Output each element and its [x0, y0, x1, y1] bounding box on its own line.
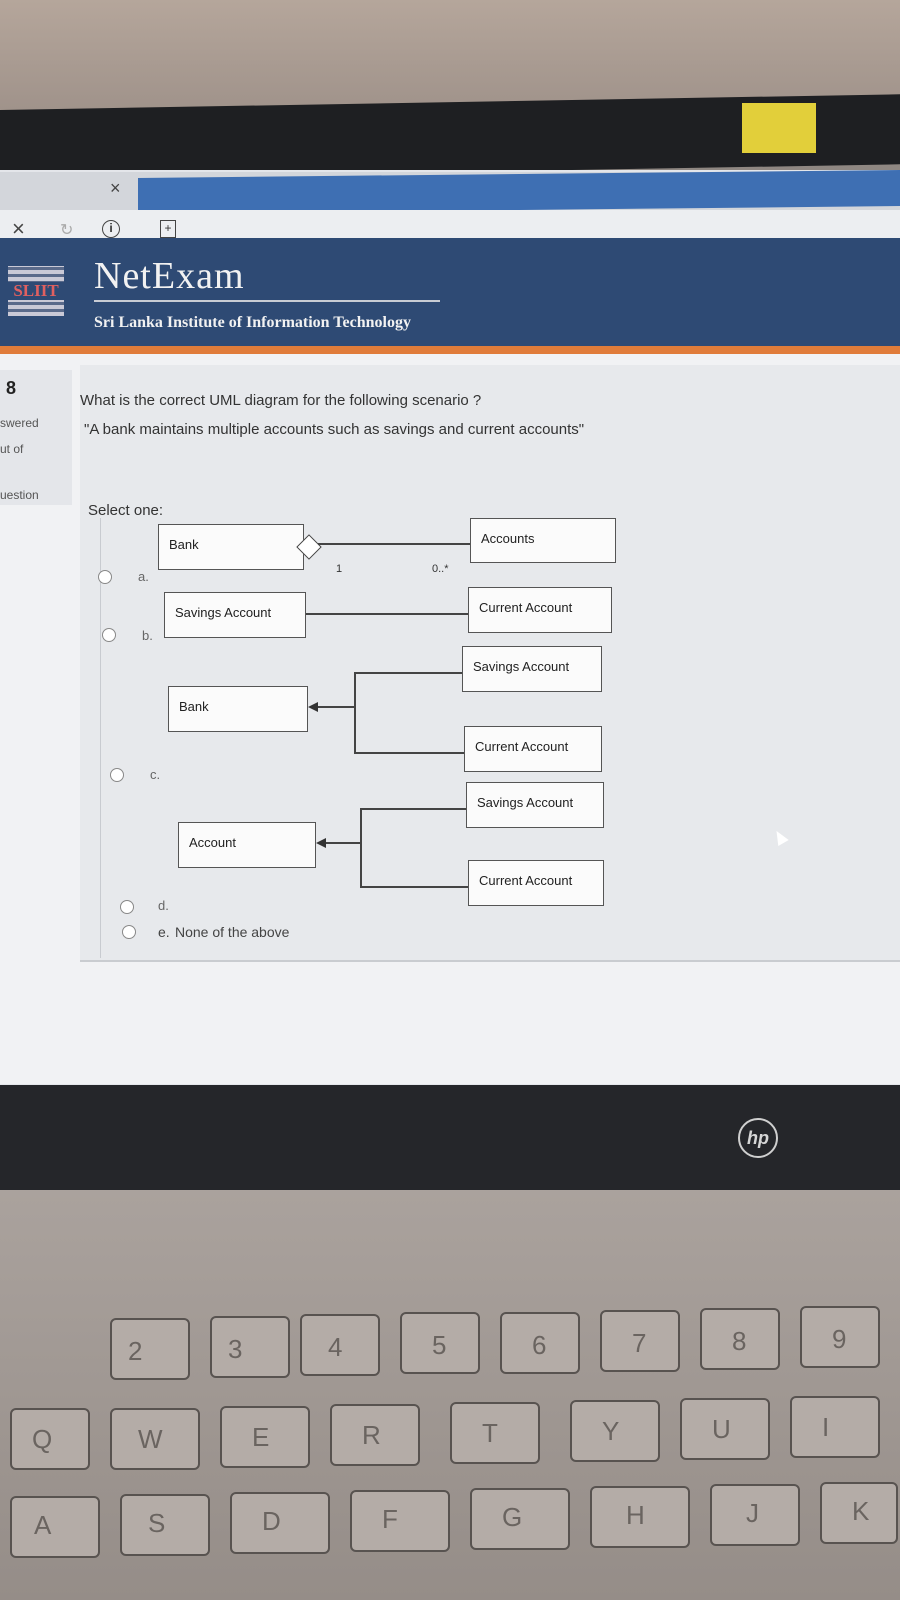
option-b-letter: b.	[142, 628, 153, 643]
option-e-text: None of the above	[175, 924, 290, 940]
mark-status: ut of	[0, 442, 24, 456]
header-stripe	[0, 346, 900, 354]
key-2[interactable]: 2	[110, 1318, 190, 1380]
uml-a-bank-label: Bank	[169, 537, 199, 552]
uml-c-branch-bottom	[354, 752, 466, 754]
info-icon[interactable]: i	[102, 220, 120, 238]
address-bar	[0, 210, 900, 240]
key-h[interactable]: H	[590, 1486, 690, 1548]
option-e-letter: e.	[158, 924, 170, 940]
option-e-radio[interactable]	[122, 925, 136, 939]
question-number: 8	[6, 378, 17, 398]
select-label: Select one:	[88, 502, 164, 519]
answer-status: swered	[0, 416, 39, 430]
uml-a-accounts-label: Accounts	[481, 531, 535, 546]
flag-question-link[interactable]: uestion	[0, 488, 39, 502]
uml-a-multiplicity-left: 1	[336, 563, 343, 575]
uml-c-savings-label: Savings Account	[473, 659, 570, 674]
key-d[interactable]: D	[230, 1492, 330, 1554]
uml-d-branch-bottom	[360, 886, 470, 888]
key-8[interactable]: 8	[700, 1308, 780, 1370]
key-s[interactable]: S	[120, 1494, 210, 1556]
uml-a-accounts-class: Accounts	[470, 518, 616, 563]
key-4[interactable]: 4	[300, 1314, 380, 1376]
key-t[interactable]: T	[450, 1402, 540, 1464]
uml-d-account-label: Account	[189, 835, 236, 850]
institute-name: Sri Lanka Institute of Information Techn…	[94, 314, 411, 331]
key-j[interactable]: J	[710, 1484, 800, 1546]
inheritance-arrow-icon	[316, 838, 326, 848]
uml-d-savings-label: Savings Account	[477, 795, 574, 810]
option-a-radio[interactable]	[98, 570, 112, 584]
key-f[interactable]: F	[350, 1490, 450, 1552]
key-r[interactable]: R	[330, 1404, 420, 1466]
uml-a-bank-class: Bank	[158, 524, 304, 570]
key-u[interactable]: U	[680, 1398, 770, 1460]
uml-c-current-label: Current Account	[475, 739, 569, 754]
key-i[interactable]: I	[790, 1396, 880, 1458]
inheritance-arrow-icon	[308, 702, 318, 712]
option-a-letter: a.	[138, 569, 149, 584]
option-c-letter: c.	[150, 767, 161, 782]
question-scenario: "A bank maintains multiple accounts such…	[84, 421, 585, 438]
uml-b-savings-class: Savings Account	[164, 592, 306, 638]
key-5[interactable]: 5	[400, 1312, 480, 1374]
key-w[interactable]: W	[110, 1408, 200, 1470]
reload-icon[interactable]: ↻	[60, 220, 73, 240]
key-7[interactable]: 7	[600, 1310, 680, 1372]
uml-a-multiplicity-right: 0..*	[432, 563, 449, 575]
question-prompt: What is the correct UML diagram for the …	[80, 392, 482, 409]
uml-b-savings-label: Savings Account	[175, 605, 272, 620]
key-e[interactable]: E	[220, 1406, 310, 1468]
uml-d-current-class: Current Account	[468, 860, 604, 906]
hp-logo: hp	[738, 1118, 778, 1158]
uml-c-bank-label: Bank	[179, 699, 209, 714]
uml-c-savings-class: Savings Account	[462, 646, 602, 692]
uml-b-association-line	[306, 613, 470, 615]
uml-b-current-label: Current Account	[479, 600, 573, 615]
option-b-radio[interactable]	[102, 628, 116, 642]
brand-divider	[94, 300, 440, 302]
key-g[interactable]: G	[470, 1488, 570, 1550]
key-3[interactable]: 3	[210, 1316, 290, 1378]
sticky-note	[742, 103, 816, 153]
uml-d-current-label: Current Account	[479, 873, 573, 888]
uml-c-bank-class: Bank	[168, 686, 308, 732]
bookmark-add-icon[interactable]: +	[160, 220, 176, 238]
uml-c-current-class: Current Account	[464, 726, 602, 772]
uml-d-savings-class: Savings Account	[466, 782, 604, 828]
key-y[interactable]: Y	[570, 1400, 660, 1462]
uml-b-current-class: Current Account	[468, 587, 612, 633]
brand-title: NetExam	[94, 255, 245, 297]
uml-c-connector	[318, 706, 354, 708]
uml-d-connector	[326, 842, 360, 844]
key-6[interactable]: 6	[500, 1312, 580, 1374]
uml-a-association-line	[318, 543, 472, 545]
option-c-radio[interactable]	[110, 768, 124, 782]
sliit-logo-text: SLIIT	[8, 282, 64, 300]
uml-d-branch-top	[360, 808, 468, 810]
key-a[interactable]: A	[10, 1496, 100, 1558]
option-d-radio[interactable]	[120, 900, 134, 914]
option-d-letter: d.	[158, 898, 169, 913]
key-q[interactable]: Q	[10, 1408, 90, 1470]
key-k[interactable]: K	[820, 1482, 898, 1544]
tab-close-icon[interactable]: ×	[110, 178, 121, 199]
key-9[interactable]: 9	[800, 1306, 880, 1368]
uml-d-branch-line	[360, 808, 362, 886]
uml-c-branch-top	[354, 672, 464, 674]
uml-d-account-class: Account	[178, 822, 316, 868]
uml-c-branch-line	[354, 672, 356, 752]
